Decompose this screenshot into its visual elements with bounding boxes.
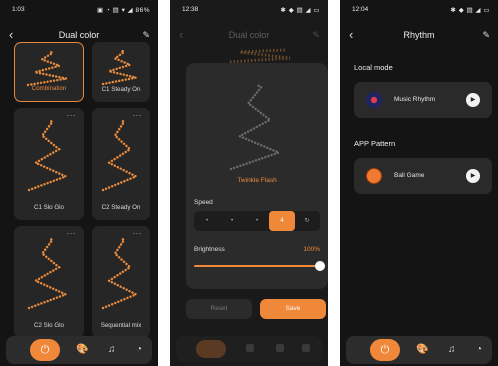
ball-game-item[interactable]: Ball Game ▶ [354, 158, 492, 194]
status-time: 12:38 [182, 6, 199, 13]
palette-icon[interactable]: 🎨 [416, 341, 428, 359]
tree-preview [99, 236, 143, 312]
speed-selector: • • • 4 ↻ [194, 211, 320, 231]
status-time: 12:04 [352, 6, 369, 13]
brightness-label: Brightness [194, 246, 225, 253]
save-button[interactable]: Save [260, 299, 326, 319]
mode-card[interactable]: ··· C2 Slo Glo [14, 226, 84, 338]
nav-bar: ‹ Dual color ✎ [170, 26, 328, 44]
phone-screen-mode-settings: 12:38 ✱ ◆ ▤ ◢ ▭ ‹ Dual color ✎ Twinkle F… [170, 0, 328, 366]
status-bar: 1:03 ▣ ◔ ▤ ▾ ◢ 86% [0, 0, 158, 18]
clock-icon[interactable]: ◔ [136, 341, 142, 359]
reset-button[interactable]: Reset [186, 299, 252, 319]
mode-settings-dialog: Twinkle Flash Speed • • • 4 ↻ Brightness 100… [186, 63, 328, 289]
mode-card-label: C1 Steady On [101, 86, 141, 93]
mode-card[interactable]: ··· C1 Slo Glo [14, 108, 84, 220]
music-note-icon[interactable]: ♫ [448, 341, 456, 359]
clock-icon [302, 344, 310, 352]
palette-icon [246, 344, 254, 352]
phone-screen-dual-color: 1:03 ▣ ◔ ▤ ▾ ◢ 86% ‹ Dual color ✎ Combin… [0, 0, 158, 366]
nav-bar: ‹ Rhythm ✎ [340, 26, 498, 44]
section-title-local-mode: Local mode [354, 63, 393, 72]
slider-knob[interactable] [315, 261, 325, 271]
speed-cycle-icon[interactable]: ↻ [294, 211, 320, 231]
mode-card-label: C1 Slo Glo [34, 204, 64, 211]
play-icon[interactable]: ▶ [466, 93, 480, 107]
bottom-nav: ⏻ 🎨 ♫ ◔ [346, 336, 492, 364]
speed-label: Speed [194, 199, 213, 206]
speed-option[interactable]: • [244, 211, 270, 231]
edit-icon[interactable]: ✎ [482, 26, 490, 44]
tree-preview [99, 48, 143, 88]
status-bar: 12:38 ✱ ◆ ▤ ◢ ▭ [170, 0, 328, 18]
bottom-nav-dimmed [176, 336, 322, 362]
basketball-icon [366, 168, 382, 184]
status-icons: ✱ ◆ ▤ ◢ ▭ [450, 7, 490, 14]
power-icon [196, 340, 226, 358]
speed-option[interactable]: 4 [269, 211, 295, 231]
palette-icon[interactable]: 🎨 [76, 341, 88, 359]
speed-option[interactable]: • [219, 211, 245, 231]
brightness-slider[interactable] [194, 261, 325, 271]
power-icon[interactable]: ⏻ [370, 339, 400, 361]
music-rhythm-icon [366, 92, 382, 108]
power-icon[interactable]: ⏻ [30, 339, 60, 361]
play-icon[interactable]: ▶ [466, 169, 480, 183]
mode-card[interactable]: ··· C2 Steady On [92, 108, 150, 220]
music-note-icon[interactable]: ♫ [108, 341, 116, 359]
clock-icon[interactable]: ◔ [476, 341, 482, 359]
more-options-icon[interactable]: ··· [133, 111, 143, 120]
music-rhythm-label: Music Rhythm [394, 96, 436, 103]
mode-name: Twinkle Flash [237, 177, 277, 184]
page-title: Dual color [228, 30, 270, 40]
mode-card-label: Sequential mix [100, 322, 142, 329]
page-title: Rhythm [403, 30, 435, 40]
mode-card[interactable]: ··· Sequential mix [92, 226, 150, 338]
edit-icon[interactable]: ✎ [312, 26, 320, 44]
mode-card-label: C2 Steady On [101, 204, 141, 211]
status-time: 1:03 [12, 6, 25, 13]
ball-game-label: Ball Game [394, 172, 425, 179]
music-rhythm-item[interactable]: Music Rhythm ▶ [354, 82, 492, 118]
status-icons: ▣ ◔ ▤ ▾ ◢ 86% [96, 7, 150, 14]
tree-preview [24, 49, 74, 89]
more-options-icon[interactable]: ··· [133, 229, 143, 238]
bottom-nav: ⏻ 🎨 ♫ ◔ [6, 336, 152, 364]
mode-card[interactable]: C1 Steady On [92, 42, 150, 102]
section-title-app-pattern: APP Pattern [354, 139, 396, 148]
status-bar: 12:04 ✱ ◆ ▤ ◢ ▭ [340, 0, 498, 18]
speed-option[interactable]: • [194, 211, 220, 231]
tree-preview [227, 83, 287, 173]
music-note-icon [276, 344, 284, 352]
tree-preview [25, 118, 73, 194]
brightness-value: 100% [303, 246, 320, 253]
status-icons: ✱ ◆ ▤ ◢ ▭ [280, 7, 320, 14]
more-options-icon[interactable]: ··· [67, 229, 77, 238]
slider-fill [194, 265, 320, 267]
mode-card-label: C2 Slo Glo [34, 322, 64, 329]
more-options-icon[interactable]: ··· [67, 111, 77, 120]
mode-card[interactable]: Combination [14, 42, 84, 102]
tree-preview [25, 236, 73, 312]
mode-card-label: Combination [31, 85, 67, 92]
phone-screen-rhythm: 12:04 ✱ ◆ ▤ ◢ ▭ ‹ Rhythm ✎ Local mode Mu… [340, 0, 498, 366]
tree-preview [99, 118, 143, 194]
